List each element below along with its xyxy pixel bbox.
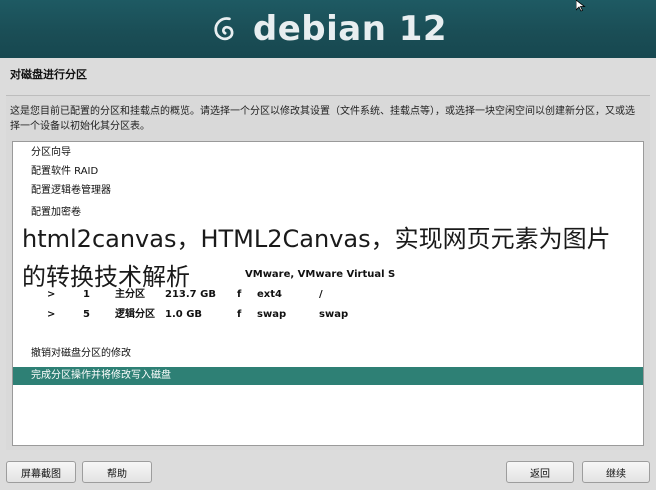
device-label: VMware, VMware Virtual S — [245, 269, 396, 280]
row-marker: > — [47, 309, 56, 320]
continue-button[interactable]: 继续 — [582, 461, 650, 483]
debian-swirl-icon — [214, 17, 234, 41]
partition-row[interactable]: > 1 主分区 213.7 GB f ext4 / — [13, 286, 643, 304]
menu-item-undo-changes[interactable]: 撤销对磁盘分区的修改 — [13, 345, 643, 363]
partition-number: 1 — [83, 289, 90, 300]
partition-type: 逻辑分区 — [115, 309, 155, 320]
menu-item-guided-partitioning[interactable]: 分区向导 — [13, 144, 643, 162]
partition-filesystem: ext4 — [257, 289, 282, 300]
screenshot-button[interactable]: 屏幕截图 — [6, 461, 76, 483]
partition-size: 213.7 GB — [165, 289, 216, 300]
brand-name: debian 12 — [252, 9, 448, 49]
partition-filesystem: swap — [257, 309, 287, 320]
partition-flag: f — [237, 309, 242, 320]
partition-mount: swap — [319, 309, 349, 320]
partition-type: 主分区 — [115, 289, 145, 300]
device-row[interactable]: VMware, VMware Virtual S — [13, 266, 643, 284]
partition-flag: f — [237, 289, 242, 300]
menu-item-finish-partitioning[interactable]: 完成分区操作并将修改写入磁盘 — [13, 367, 643, 385]
menu-item-software-raid[interactable]: 配置软件 RAID — [13, 163, 643, 181]
partition-size: 1.0 GB — [165, 309, 203, 320]
page-title: 对磁盘进行分区 — [10, 68, 87, 81]
partition-listbox[interactable]: 分区向导 配置软件 RAID 配置逻辑卷管理器 配置加密卷 VMware, VM… — [12, 141, 644, 446]
brand: debian 12 — [209, 9, 447, 49]
partition-number: 5 — [83, 309, 90, 320]
header-banner: debian 12 — [0, 0, 656, 58]
help-text: 这是您目前已配置的分区和挂载点的概览。请选择一个分区以修改其设置（文件系统、挂载… — [10, 106, 635, 132]
menu-item-lvm[interactable]: 配置逻辑卷管理器 — [13, 182, 643, 200]
help-button[interactable]: 帮助 — [82, 461, 152, 483]
mouse-cursor-icon — [576, 0, 586, 12]
partition-mount: / — [319, 289, 323, 300]
row-marker: > — [47, 289, 56, 300]
partition-row[interactable]: > 5 逻辑分区 1.0 GB f swap swap — [13, 306, 643, 324]
back-button[interactable]: 返回 — [506, 461, 574, 483]
menu-item-encrypted-volumes[interactable]: 配置加密卷 — [13, 204, 643, 222]
